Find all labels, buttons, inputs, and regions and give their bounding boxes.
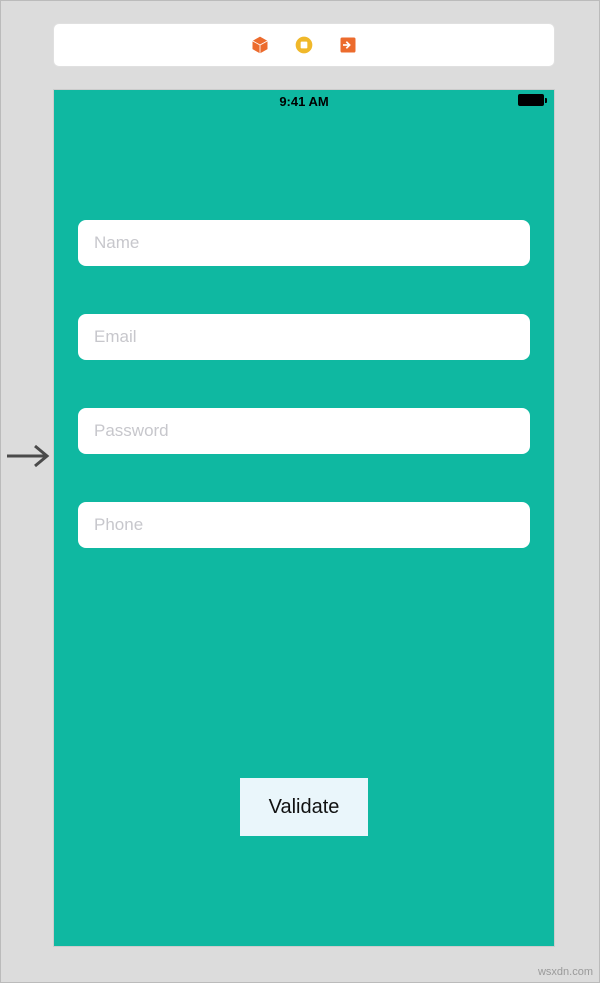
validate-button[interactable]: Validate [240, 778, 368, 836]
password-field[interactable] [78, 408, 530, 454]
email-field[interactable] [78, 314, 530, 360]
pointer-arrow-icon [5, 441, 53, 471]
phone-field[interactable] [78, 502, 530, 548]
status-bar: 9:41 AM [54, 90, 554, 110]
cube-icon[interactable] [249, 34, 271, 56]
battery-icon [518, 94, 544, 106]
form-area [78, 220, 530, 596]
simulator-toolbar [53, 23, 555, 67]
watermark: wsxdn.com [538, 966, 593, 978]
simulator-frame: 9:41 AM Validate [53, 23, 555, 947]
stop-icon[interactable] [293, 34, 315, 56]
exit-icon[interactable] [337, 34, 359, 56]
status-time: 9:41 AM [279, 94, 328, 109]
name-field[interactable] [78, 220, 530, 266]
phone-screen: 9:41 AM Validate [53, 89, 555, 947]
